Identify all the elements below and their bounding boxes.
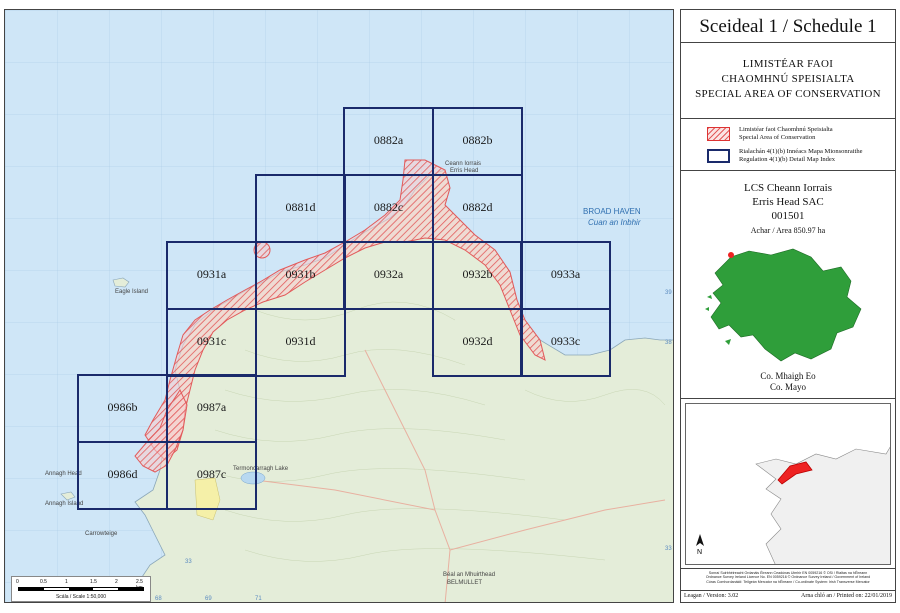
hatch-swatch-icon <box>707 127 730 141</box>
county-name: Co. Mhaigh Eo Co. Mayo <box>681 371 895 393</box>
site-name-block: LCS Cheann Iorrais Erris Head SAC 001501 <box>681 171 895 223</box>
map-tile-label: 0882a <box>374 133 404 147</box>
map-frame[interactable]: 61 66 68 69 71 39 38 33 33 BROAD HAVEN C… <box>4 9 674 603</box>
site-code: 001501 <box>771 210 805 222</box>
scale-tick: 1 <box>65 579 68 585</box>
legend-index-en: Regulation 4(1)(b) Detail Map Index <box>739 156 836 163</box>
schedule-title: Sceideal 1 / Schedule 1 <box>681 10 895 43</box>
site-name-en: Erris Head SAC <box>752 196 824 208</box>
belmullet-en-label: BELMULLET <box>447 580 482 586</box>
site-area: Achar / Area 850.97 ha <box>750 226 826 235</box>
scale-tick: 0 <box>16 579 19 585</box>
scale-bar: 0 0.5 1 1.5 2 2.5 km Scála / Scale 1:50,… <box>11 576 151 602</box>
scale-tick: 2 <box>115 579 118 585</box>
map-tile-label: 0987c <box>197 467 226 481</box>
info-panel: Sceideal 1 / Schedule 1 LIMISTÉAR FAOI C… <box>680 9 896 603</box>
map-tile-label: 0986d <box>108 467 138 481</box>
broad-haven-label: BROAD HAVEN <box>583 207 641 216</box>
map-tile-label: 0987a <box>197 400 227 414</box>
lake <box>240 471 266 485</box>
map-tile-label: 0986b <box>108 400 138 414</box>
svg-text:33: 33 <box>185 559 192 565</box>
county-name-ga: Co. Mhaigh Eo <box>760 371 816 381</box>
scale-graphic <box>18 587 144 591</box>
map-tile-label: 0931c <box>197 334 226 348</box>
map-tile-label: 0932d <box>463 334 493 348</box>
version-label: Leagan / Version: 3.02 <box>684 593 739 599</box>
designation-line-3: SPECIAL AREA OF CONSERVATION <box>695 88 881 100</box>
county-outline-map <box>705 248 862 362</box>
map-tile-label: 0931b <box>286 267 316 281</box>
erris-head-en-label: Erris Head <box>450 168 478 174</box>
copyright-line-2: Ordnance Survey Ireland Licence No. EN 0… <box>705 575 871 580</box>
map-tile-label: 0882b <box>463 133 493 147</box>
legend-sac-ga: Limistéar faoi Chaomhnú Speisialta <box>739 126 833 133</box>
svg-text:33: 33 <box>665 546 672 552</box>
map-tile-label: 0931d <box>286 334 316 348</box>
designation-line-2: CHAOMHNÚ SPEISIALTA <box>721 73 855 85</box>
map-tile-label: 0932b <box>463 267 493 281</box>
svg-text:71: 71 <box>255 596 262 602</box>
legend-item-index: Rialachán 4(1)(b) Innéacs Mapa Mionsonra… <box>707 148 895 170</box>
copyright-line-3: Córas Comhordanáidí: Teilgeán Mercator n… <box>706 579 870 584</box>
lake-label: Termoncarragh Lake <box>233 466 289 472</box>
map-tile-label: 0882c <box>374 200 403 214</box>
legend: Limistéar faoi Chaomhnú Speisialta Speci… <box>681 119 895 171</box>
detail-map[interactable]: 61 66 68 69 71 39 38 33 33 BROAD HAVEN C… <box>5 10 674 603</box>
map-tile-label: 0933c <box>551 334 580 348</box>
county-mayo-shape <box>710 248 862 362</box>
annagh-head-label: Annagh Head <box>45 471 82 477</box>
site-info: LCS Cheann Iorrais Erris Head SAC 001501… <box>681 171 895 399</box>
scale-tick: 0.5 <box>40 579 47 585</box>
county-name-en: Co. Mayo <box>770 382 806 392</box>
eagle-island-label: Eagle Island <box>115 289 148 295</box>
map-tile-label: 0882d <box>463 200 493 214</box>
scale-tick: 1.5 <box>90 579 97 585</box>
svg-text:N: N <box>697 549 702 556</box>
svg-text:39: 39 <box>665 290 672 296</box>
map-tile-label: 0931a <box>197 267 227 281</box>
carrowteige-label: Carrowteige <box>85 531 118 537</box>
site-name-ga: LCS Cheann Iorrais <box>744 182 832 194</box>
svg-text:69: 69 <box>205 596 212 602</box>
broad-haven-ga-label: Cuan an Inbhir <box>588 218 641 227</box>
svg-text:38: 38 <box>665 340 672 346</box>
printed-date: Arna chló an / Printed on: 22/01/2019 <box>801 593 892 599</box>
copyright-block: Sonraí Suirbhéireacht Ordanáis Éireann C… <box>681 569 895 591</box>
belmullet-ga-label: Béal an Mhuirthead <box>443 572 495 578</box>
box-swatch-icon <box>707 149 730 163</box>
svg-text:68: 68 <box>155 596 162 602</box>
legend-index-ga: Rialachán 4(1)(b) Innéacs Mapa Mionsonra… <box>739 148 863 155</box>
map-tile-label: 0933a <box>551 267 581 281</box>
map-tile-label: 0881d <box>286 200 316 214</box>
location-map-graphic: N <box>686 404 890 564</box>
designation-block: LIMISTÉAR FAOI CHAOMHNÚ SPEISIALTA SPECI… <box>681 43 895 119</box>
legend-item-sac: Limistéar faoi Chaomhnú Speisialta Speci… <box>707 126 895 148</box>
erris-head-ga-label: Ceann Iorrais <box>445 161 481 167</box>
location-map-panel: N <box>681 399 895 569</box>
legend-sac-en: Special Area of Conservation <box>739 134 816 141</box>
site-location-marker <box>728 252 734 258</box>
designation-line-1: LIMISTÉAR FAOI <box>742 58 834 70</box>
location-map: N <box>685 403 891 565</box>
footer: Leagan / Version: 3.02 Arna chló an / Pr… <box>681 591 895 602</box>
map-tile-label: 0932a <box>374 267 404 281</box>
scale-label: Scála / Scale 1:50,000 <box>55 594 107 600</box>
